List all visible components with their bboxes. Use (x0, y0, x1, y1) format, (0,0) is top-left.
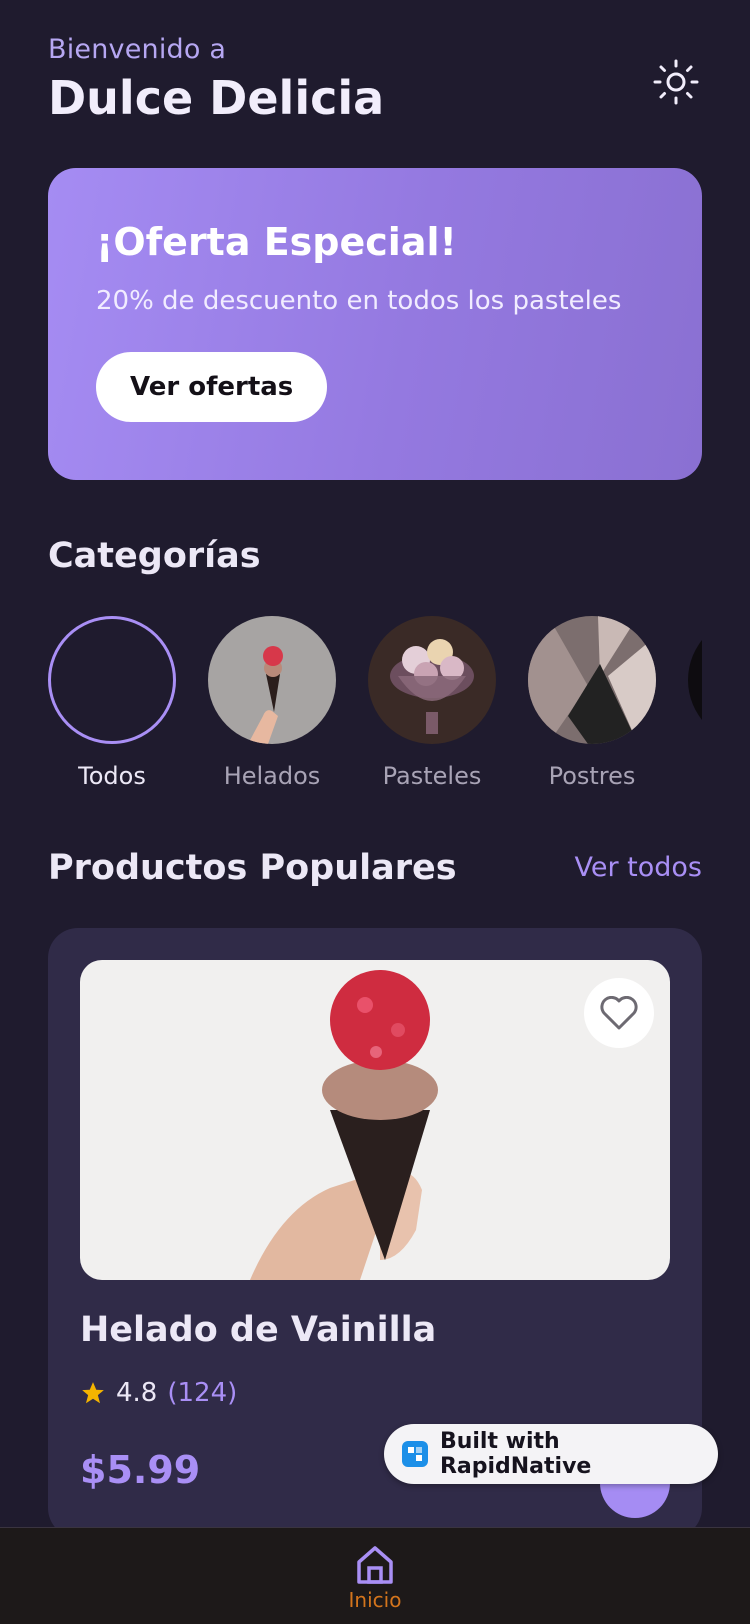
star-icon (82, 1382, 104, 1404)
product-image (80, 960, 670, 1280)
theme-toggle-button[interactable] (650, 56, 702, 108)
category-label: Postres (548, 762, 636, 790)
badge-text: Built with RapidNative (439, 1429, 592, 1479)
app-title: Dulce Delicia (48, 71, 385, 125)
category-label: Helados (223, 762, 321, 790)
home-icon (357, 1546, 393, 1584)
rating-value: 4.8 (116, 1378, 158, 1408)
favorite-button[interactable] (584, 978, 654, 1048)
view-offers-button[interactable]: Ver ofertas (96, 352, 328, 422)
promo-title: ¡Oferta Especial! (96, 220, 457, 264)
category-image-more (688, 616, 702, 744)
categories-title: Categorías (48, 536, 261, 576)
review-count: (124) (167, 1378, 238, 1408)
promo-subtitle: 20% de descuento en todos los pasteles (96, 286, 622, 316)
see-all-link[interactable]: Ver todos (575, 852, 703, 883)
tab-home[interactable]: Inicio (340, 1542, 410, 1612)
welcome-text: Bienvenido a (48, 34, 227, 65)
category-item-postres[interactable]: Postres (528, 616, 656, 796)
category-label: Todos (78, 762, 146, 790)
bottom-tab-bar: Inicio (0, 1527, 750, 1624)
category-item-more[interactable] (688, 616, 702, 796)
category-all-circle (48, 616, 176, 744)
rapidnative-badge[interactable]: Built with RapidNative (384, 1424, 718, 1484)
tab-home-label: Inicio (348, 1588, 402, 1612)
product-name: Helado de Vainilla (80, 1310, 437, 1350)
product-rating: 4.8 (124) (80, 1378, 237, 1408)
promo-banner: ¡Oferta Especial! 20% de descuento en to… (48, 168, 702, 480)
category-image-postres (528, 616, 656, 744)
category-image-helados (208, 616, 336, 744)
category-item-pasteles[interactable]: Pasteles (368, 616, 496, 796)
category-image-pasteles (368, 616, 496, 744)
product-price: $5.99 (80, 1448, 201, 1492)
category-label: Pasteles (382, 762, 482, 790)
rapidnative-logo-icon (402, 1441, 428, 1467)
category-item-todos[interactable]: Todos (48, 616, 176, 796)
category-list: Todos Helados Pasteles Postres (48, 616, 702, 796)
category-item-helados[interactable]: Helados (208, 616, 336, 796)
popular-products-title: Productos Populares (48, 848, 457, 888)
header: Bienvenido a Dulce Delicia (48, 34, 702, 125)
sun-icon (653, 59, 699, 105)
heart-icon (600, 996, 638, 1030)
